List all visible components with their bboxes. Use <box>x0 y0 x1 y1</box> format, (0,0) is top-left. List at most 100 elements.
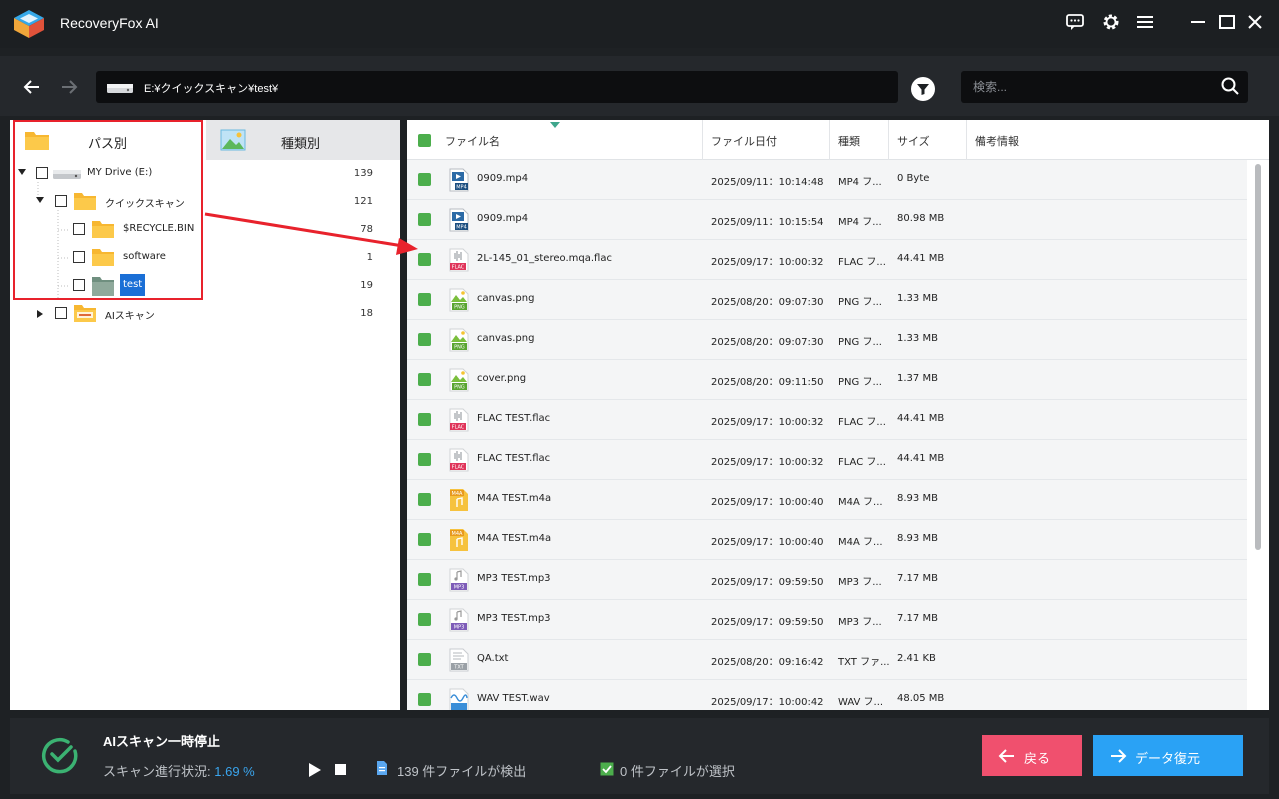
column-header-note[interactable]: 備考情報 <box>975 133 1019 149</box>
file-date: 2025/08/20：09:16:42 <box>711 657 824 668</box>
tree-item-recycle-bin[interactable]: $RECYCLE.BIN 78 <box>10 216 400 244</box>
row-checkbox[interactable] <box>418 373 431 386</box>
collapse-icon[interactable] <box>18 169 26 175</box>
file-row[interactable]: MP3 MP3 TEST.mp3 2025/09/17：09:59:50 MP3 フ.… <box>407 600 1247 640</box>
path-box[interactable]: E:¥クイックスキャン¥test¥ <box>96 71 898 103</box>
file-row[interactable]: PNG canvas.png 2025/08/20：09:07:30 PNG フ...… <box>407 320 1247 360</box>
row-checkbox[interactable] <box>418 573 431 586</box>
back-button[interactable]: 戻る <box>982 735 1082 776</box>
minimize-icon[interactable] <box>1187 11 1209 33</box>
file-row[interactable]: MP4 0909.mp4 2025/09/11：10:14:48 MP4 フ... 0 … <box>407 160 1247 200</box>
m4a-icon: M4A <box>449 528 469 552</box>
close-icon[interactable] <box>1244 11 1266 33</box>
files-found: 139 件ファイルが検出 <box>397 764 527 779</box>
file-size: 8.93 MB <box>897 493 938 504</box>
file-type: MP3 フ... <box>838 577 882 588</box>
row-checkbox[interactable] <box>418 213 431 226</box>
play-icon[interactable] <box>308 762 322 778</box>
search-input[interactable] <box>961 71 1248 103</box>
row-checkbox[interactable] <box>418 613 431 626</box>
tab-by-type[interactable]: 種類別 <box>206 120 400 160</box>
file-size: 0 Byte <box>897 173 930 184</box>
file-size: 7.17 MB <box>897 613 938 624</box>
svg-text:FLAC: FLAC <box>452 425 465 431</box>
menu-icon[interactable] <box>1134 11 1156 33</box>
file-size: 44.41 MB <box>897 453 945 464</box>
tab-by-path[interactable]: パス別 <box>10 120 206 160</box>
app-logo-icon <box>14 10 44 38</box>
svg-text:PNG: PNG <box>454 385 465 391</box>
row-checkbox[interactable] <box>418 333 431 346</box>
row-checkbox[interactable] <box>418 253 431 266</box>
row-checkbox[interactable] <box>418 493 431 506</box>
flac-icon: FLAC <box>449 248 469 272</box>
file-row[interactable]: PNG cover.png 2025/08/20：09:11:50 PNG フ... 1… <box>407 360 1247 400</box>
filter-icon[interactable] <box>911 77 935 101</box>
file-row[interactable]: M4A M4A TEST.m4a 2025/09/17：10:00:40 M4A フ.… <box>407 520 1247 560</box>
file-row[interactable]: PNG canvas.png 2025/08/20：09:07:30 PNG フ...… <box>407 280 1247 320</box>
row-checkbox[interactable] <box>418 293 431 306</box>
tree-count: 139 <box>353 168 373 179</box>
row-checkbox[interactable] <box>418 173 431 186</box>
tree-item-quick-scan[interactable]: クイックスキャン 121 <box>10 188 400 216</box>
column-header-name[interactable]: ファイル名 <box>445 133 500 149</box>
file-name: WAV TEST.wav <box>477 693 550 704</box>
tree-checkbox[interactable] <box>36 167 48 179</box>
file-type: PNG フ... <box>838 297 882 308</box>
tree-checkbox[interactable] <box>73 279 85 291</box>
gear-icon[interactable] <box>1100 11 1122 33</box>
tree-item-software[interactable]: software 1 <box>10 244 400 272</box>
file-size: 8.93 MB <box>897 533 938 544</box>
feedback-icon[interactable] <box>1064 11 1086 33</box>
search-icon[interactable] <box>1220 76 1240 96</box>
scrollbar[interactable] <box>1255 164 1261 550</box>
forward-arrow-icon[interactable] <box>56 74 82 100</box>
svg-text:FLAC: FLAC <box>452 265 465 271</box>
file-row[interactable]: FLAC FLAC TEST.flac 2025/09/17：10:00:32 FLA… <box>407 440 1247 480</box>
row-checkbox[interactable] <box>418 533 431 546</box>
file-size: 1.33 MB <box>897 333 938 344</box>
expand-icon[interactable] <box>37 310 43 318</box>
recover-button[interactable]: データ復元 <box>1093 735 1243 776</box>
checkbox-icon <box>600 762 614 776</box>
title-bar: RecoveryFox AI <box>0 0 1279 48</box>
select-all-checkbox[interactable] <box>418 134 431 147</box>
file-row[interactable]: M4A M4A TEST.m4a 2025/09/17：10:00:40 M4A フ.… <box>407 480 1247 520</box>
back-arrow-icon[interactable] <box>19 74 45 100</box>
file-row[interactable]: FLAC 2L-145_01_stereo.mqa.flac 2025/09/17：… <box>407 240 1247 280</box>
maximize-icon[interactable] <box>1216 11 1238 33</box>
file-size: 1.37 MB <box>897 373 938 384</box>
row-checkbox[interactable] <box>418 413 431 426</box>
tree-item-test[interactable]: test 19 <box>10 272 400 300</box>
collapse-icon[interactable] <box>36 197 44 203</box>
file-row[interactable]: WAV TEST.wav 2025/09/17：10:00:42 WAV フ... 4… <box>407 680 1247 710</box>
column-header-date[interactable]: ファイル日付 <box>711 133 777 149</box>
tree-count: 18 <box>360 308 373 319</box>
column-header-type[interactable]: 種類 <box>838 133 860 149</box>
row-checkbox[interactable] <box>418 693 431 706</box>
mp3-icon: MP3 <box>449 608 469 632</box>
folder-tree-panel: パス別 種類別 MY Drive (E:) 139 クイックスキャン 121 $… <box>10 120 400 710</box>
file-row[interactable]: TXT QA.txt 2025/08/20：09:16:42 TXT ファ... 2.4… <box>407 640 1247 680</box>
tree-count: 121 <box>353 196 373 207</box>
tree-item-my-drive[interactable]: MY Drive (E:) 139 <box>10 160 400 188</box>
file-row[interactable]: MP4 0909.mp4 2025/09/11：10:15:54 MP4 フ... 80… <box>407 200 1247 240</box>
tree-checkbox[interactable] <box>73 223 85 235</box>
tree-item-ai-scan[interactable]: AIスキャン 18 <box>10 300 400 328</box>
file-row[interactable]: FLAC FLAC TEST.flac 2025/09/17：10:00:32 FLA… <box>407 400 1247 440</box>
file-type: FLAC フ... <box>838 457 886 468</box>
sort-indicator-icon[interactable] <box>550 122 560 128</box>
file-name: 0909.mp4 <box>477 213 529 224</box>
tree-label: test <box>120 274 146 296</box>
row-checkbox[interactable] <box>418 453 431 466</box>
tree-checkbox[interactable] <box>55 195 67 207</box>
row-checkbox[interactable] <box>418 653 431 666</box>
file-type: PNG フ... <box>838 377 882 388</box>
svg-text:MP3: MP3 <box>454 625 465 631</box>
column-header-size[interactable]: サイズ <box>897 133 930 149</box>
stop-icon[interactable] <box>335 764 347 776</box>
file-date: 2025/09/11：10:14:48 <box>711 177 824 188</box>
tree-checkbox[interactable] <box>55 307 67 319</box>
file-row[interactable]: MP3 MP3 TEST.mp3 2025/09/17：09:59:50 MP3 フ.… <box>407 560 1247 600</box>
tree-checkbox[interactable] <box>73 251 85 263</box>
